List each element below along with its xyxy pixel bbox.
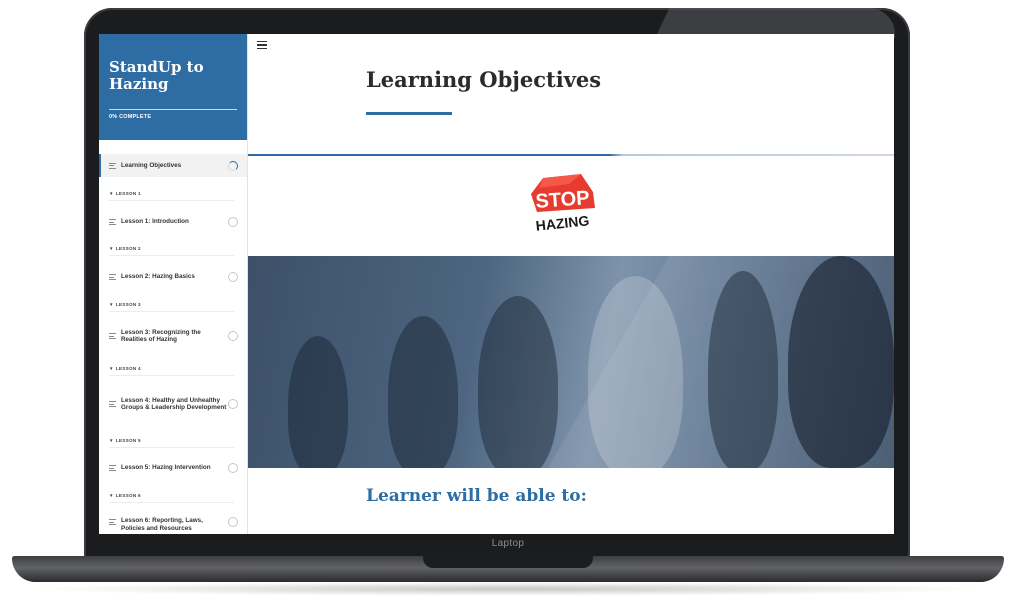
- sidebar-item-label: Lesson 3: Recognizing the Realities of H…: [121, 328, 201, 344]
- section-header-lesson-1[interactable]: ▼ LESSON 1: [109, 191, 234, 201]
- sidebar-item-lesson-2[interactable]: Lesson 2: Hazing Basics: [99, 267, 247, 287]
- section-header-lesson-4[interactable]: ▼ LESSON 4: [109, 366, 234, 376]
- student-silhouette: [588, 276, 683, 468]
- empty-circle-icon: [228, 463, 238, 473]
- lines-icon: [109, 465, 116, 471]
- empty-circle-icon: [228, 331, 238, 341]
- lines-icon: [109, 219, 116, 225]
- lines-icon: [109, 333, 116, 339]
- sidebar-item-label: Lesson 5: Hazing Intervention: [121, 464, 211, 472]
- section-header-lesson-6[interactable]: ▼ LESSON 6: [109, 493, 234, 503]
- triangle-down-icon: ▼: [109, 302, 114, 307]
- lines-icon: [109, 274, 116, 280]
- empty-circle-icon: [228, 272, 238, 282]
- sidebar-item-lesson-4[interactable]: Lesson 4: Healthy and Unhealthy Groups &…: [99, 386, 247, 422]
- sidebar-item-lesson-3[interactable]: Lesson 3: Recognizing the Realities of H…: [99, 322, 247, 350]
- progress-text: 0% COMPLETE: [109, 114, 152, 120]
- logo-text-hazing: HAZING: [535, 212, 590, 234]
- laptop-label: Laptop: [491, 538, 525, 549]
- progress-circle-icon: [228, 160, 238, 171]
- section-header-lesson-3[interactable]: ▼ LESSON 3: [109, 302, 234, 312]
- sidebar-item-label: Lesson 4: Healthy and Unhealthy Groups &…: [121, 396, 227, 412]
- empty-circle-icon: [228, 217, 238, 227]
- laptop-shadow: [30, 582, 986, 596]
- course-title: StandUp to Hazing: [109, 58, 204, 93]
- section-header-lesson-5[interactable]: ▼ LESSON 5: [109, 438, 234, 448]
- section-header-lesson-2[interactable]: ▼ LESSON 2: [109, 246, 234, 256]
- stop-hazing-logo: STOP HAZING: [531, 174, 595, 234]
- student-silhouette: [478, 296, 558, 468]
- menu-icon[interactable]: [257, 41, 267, 49]
- course-sidebar: StandUp to Hazing 0% COMPLETE Learning O…: [99, 34, 248, 534]
- logo-text-stop: STOP: [535, 187, 590, 213]
- student-silhouette: [708, 271, 778, 468]
- lines-icon: [109, 519, 116, 525]
- lines-icon: [109, 401, 116, 407]
- sidebar-item-lesson-1[interactable]: Lesson 1: Introduction: [99, 212, 247, 232]
- objectives-heading: Learner will be able to:: [366, 486, 587, 506]
- student-silhouette: [388, 316, 458, 468]
- page-title: Learning Objectives: [366, 67, 602, 92]
- sidebar-item-label: Lesson 1: Introduction: [121, 218, 189, 226]
- sidebar-header: StandUp to Hazing 0% COMPLETE: [99, 34, 247, 140]
- laptop-base-notch: [423, 556, 593, 568]
- sidebar-item-label: Lesson 6: Reporting, Laws, Policies and …: [121, 517, 203, 532]
- section-divider: [248, 154, 894, 156]
- triangle-down-icon: ▼: [109, 366, 114, 371]
- triangle-down-icon: ▼: [109, 246, 114, 251]
- sidebar-item-label: Lesson 2: Hazing Basics: [121, 273, 195, 281]
- student-silhouette: [788, 256, 894, 468]
- progress-bar: [109, 109, 237, 110]
- sidebar-item-learning-objectives[interactable]: Learning Objectives: [99, 154, 247, 177]
- screen: StandUp to Hazing 0% COMPLETE Learning O…: [99, 34, 894, 534]
- triangle-down-icon: ▼: [109, 438, 114, 443]
- empty-circle-icon: [228, 399, 238, 409]
- sidebar-item-lesson-6[interactable]: Lesson 6: Reporting, Laws, Policies and …: [99, 513, 247, 534]
- empty-circle-icon: [228, 517, 238, 527]
- main-content: Learning Objectives STOP HAZING Learner …: [248, 34, 894, 534]
- hero-image: [248, 256, 894, 468]
- sidebar-item-label: Learning Objectives: [121, 161, 182, 169]
- sidebar-item-lesson-5[interactable]: Lesson 5: Hazing Intervention: [99, 458, 247, 478]
- triangle-down-icon: ▼: [109, 493, 114, 498]
- student-silhouette: [288, 336, 348, 468]
- triangle-down-icon: ▼: [109, 191, 114, 196]
- lines-icon: [109, 162, 116, 169]
- title-underline: [366, 112, 452, 115]
